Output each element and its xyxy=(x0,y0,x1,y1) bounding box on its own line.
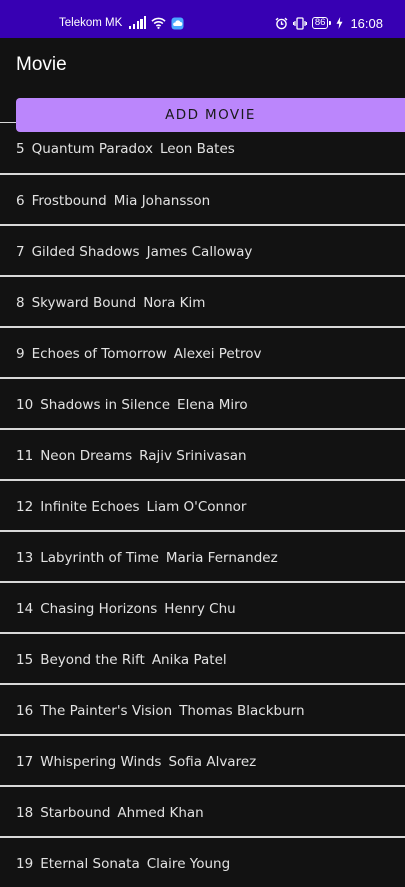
movie-director: James Calloway xyxy=(146,244,253,260)
list-item[interactable]: 10 Shadows in Silence Elena Miro xyxy=(0,377,405,428)
list-item[interactable]: 7 Gilded Shadows James Calloway xyxy=(0,224,405,275)
add-movie-button[interactable]: ADD MOVIE xyxy=(16,98,405,132)
status-left-group: Telekom MK xyxy=(59,0,184,46)
movie-director: Rajiv Srinivasan xyxy=(139,448,247,464)
movie-title: The Painter's Vision xyxy=(40,703,173,719)
movie-title: Quantum Paradox xyxy=(31,141,153,157)
movie-list: 5 Quantum Paradox Leon Bates 6 Frostbound Mia… xyxy=(0,122,405,887)
movie-director: Sofia Alvarez xyxy=(168,754,257,770)
movie-director: Maria Fernandez xyxy=(165,550,278,566)
movie-title: Echoes of Tomorrow xyxy=(31,346,167,362)
movie-id: 12 xyxy=(16,499,34,515)
movie-title: Neon Dreams xyxy=(40,448,133,464)
list-item[interactable]: 19 Eternal Sonata Claire Young xyxy=(0,836,405,887)
movie-director: Claire Young xyxy=(146,856,231,872)
movie-row-text: 19 Eternal Sonata Claire Young xyxy=(16,856,230,872)
movie-id: 16 xyxy=(16,703,34,719)
movie-title: Whispering Winds xyxy=(40,754,162,770)
status-bar: Telekom MK 86 16:08 xyxy=(0,0,405,38)
movie-id: 18 xyxy=(16,805,34,821)
movie-row-text: 6 Frostbound Mia Johansson xyxy=(16,193,210,209)
movie-row-text: 7 Gilded Shadows James Calloway xyxy=(16,244,252,260)
movie-row-text: 16 The Painter's Vision Thomas Blackburn xyxy=(16,703,305,719)
charging-icon xyxy=(336,17,343,29)
list-item[interactable]: 15 Beyond the Rift Anika Patel xyxy=(0,632,405,683)
movie-id: 19 xyxy=(16,856,34,872)
list-item[interactable]: 14 Chasing Horizons Henry Chu xyxy=(0,581,405,632)
movie-title: Skyward Bound xyxy=(31,295,137,311)
cloud-sync-icon xyxy=(171,17,184,30)
movie-id: 6 xyxy=(16,193,25,209)
movie-director: Anika Patel xyxy=(151,652,227,668)
wifi-icon xyxy=(151,17,166,29)
battery-indicator: 86 xyxy=(311,17,331,29)
movie-title: Beyond the Rift xyxy=(40,652,145,668)
movie-row-text: 15 Beyond the Rift Anika Patel xyxy=(16,652,227,668)
movie-id: 5 xyxy=(16,141,25,157)
movie-id: 13 xyxy=(16,550,34,566)
clock-time: 16:08 xyxy=(350,15,383,31)
list-item[interactable]: 6 Frostbound Mia Johansson xyxy=(0,173,405,224)
movie-row-text: 8 Skyward Bound Nora Kim xyxy=(16,295,205,311)
movie-row-text: 12 Infinite Echoes Liam O'Connor xyxy=(16,499,246,515)
movie-id: 9 xyxy=(16,346,25,362)
movie-row-text: 11 Neon Dreams Rajiv Srinivasan xyxy=(16,448,247,464)
movie-title: Starbound xyxy=(40,805,111,821)
signal-strength-icon xyxy=(129,16,147,29)
movie-id: 8 xyxy=(16,295,25,311)
movie-director: Mia Johansson xyxy=(113,193,211,209)
movie-director: Nora Kim xyxy=(143,295,206,311)
movie-director: Elena Miro xyxy=(177,397,248,413)
movie-title: Gilded Shadows xyxy=(31,244,140,260)
movie-director: Henry Chu xyxy=(164,601,236,617)
carrier-label: Telekom MK xyxy=(59,17,123,29)
list-item[interactable]: 8 Skyward Bound Nora Kim xyxy=(0,275,405,326)
list-item[interactable]: 16 The Painter's Vision Thomas Blackburn xyxy=(0,683,405,734)
list-item[interactable]: 12 Infinite Echoes Liam O'Connor xyxy=(0,479,405,530)
movie-id: 17 xyxy=(16,754,34,770)
movie-row-text: 14 Chasing Horizons Henry Chu xyxy=(16,601,236,617)
movie-title: Eternal Sonata xyxy=(40,856,140,872)
movie-id: 7 xyxy=(16,244,25,260)
movie-row-text: 17 Whispering Winds Sofia Alvarez xyxy=(16,754,256,770)
movie-row-text: 10 Shadows in Silence Elena Miro xyxy=(16,397,248,413)
movie-title: Infinite Echoes xyxy=(40,499,140,515)
movie-director: Ahmed Khan xyxy=(117,805,204,821)
list-item[interactable]: 17 Whispering Winds Sofia Alvarez xyxy=(0,734,405,785)
movie-director: Leon Bates xyxy=(159,141,235,157)
status-right-group: 86 16:08 xyxy=(275,0,383,46)
alarm-icon xyxy=(275,17,288,30)
movie-title: Frostbound xyxy=(31,193,107,209)
movie-title: Chasing Horizons xyxy=(40,601,158,617)
movie-id: 14 xyxy=(16,601,34,617)
page-title: Movie xyxy=(16,54,67,75)
movie-row-text: 18 Starbound Ahmed Khan xyxy=(16,805,204,821)
movie-title: Shadows in Silence xyxy=(40,397,171,413)
movie-row-text: 5 Quantum Paradox Leon Bates xyxy=(16,141,235,157)
movie-director: Liam O'Connor xyxy=(146,499,247,515)
list-item[interactable]: 18 Starbound Ahmed Khan xyxy=(0,785,405,836)
movie-director: Thomas Blackburn xyxy=(179,703,305,719)
movie-title: Labyrinth of Time xyxy=(40,550,159,566)
movie-id: 11 xyxy=(16,448,34,464)
movie-director: Alexei Petrov xyxy=(173,346,262,362)
list-item[interactable]: 13 Labyrinth of Time Maria Fernandez xyxy=(0,530,405,581)
movie-id: 10 xyxy=(16,397,34,413)
movie-row-text: 9 Echoes of Tomorrow Alexei Petrov xyxy=(16,346,262,362)
list-item[interactable]: 9 Echoes of Tomorrow Alexei Petrov xyxy=(0,326,405,377)
vibrate-icon xyxy=(292,16,307,30)
list-item[interactable]: 11 Neon Dreams Rajiv Srinivasan xyxy=(0,428,405,479)
movie-id: 15 xyxy=(16,652,34,668)
movie-row-text: 13 Labyrinth of Time Maria Fernandez xyxy=(16,550,278,566)
